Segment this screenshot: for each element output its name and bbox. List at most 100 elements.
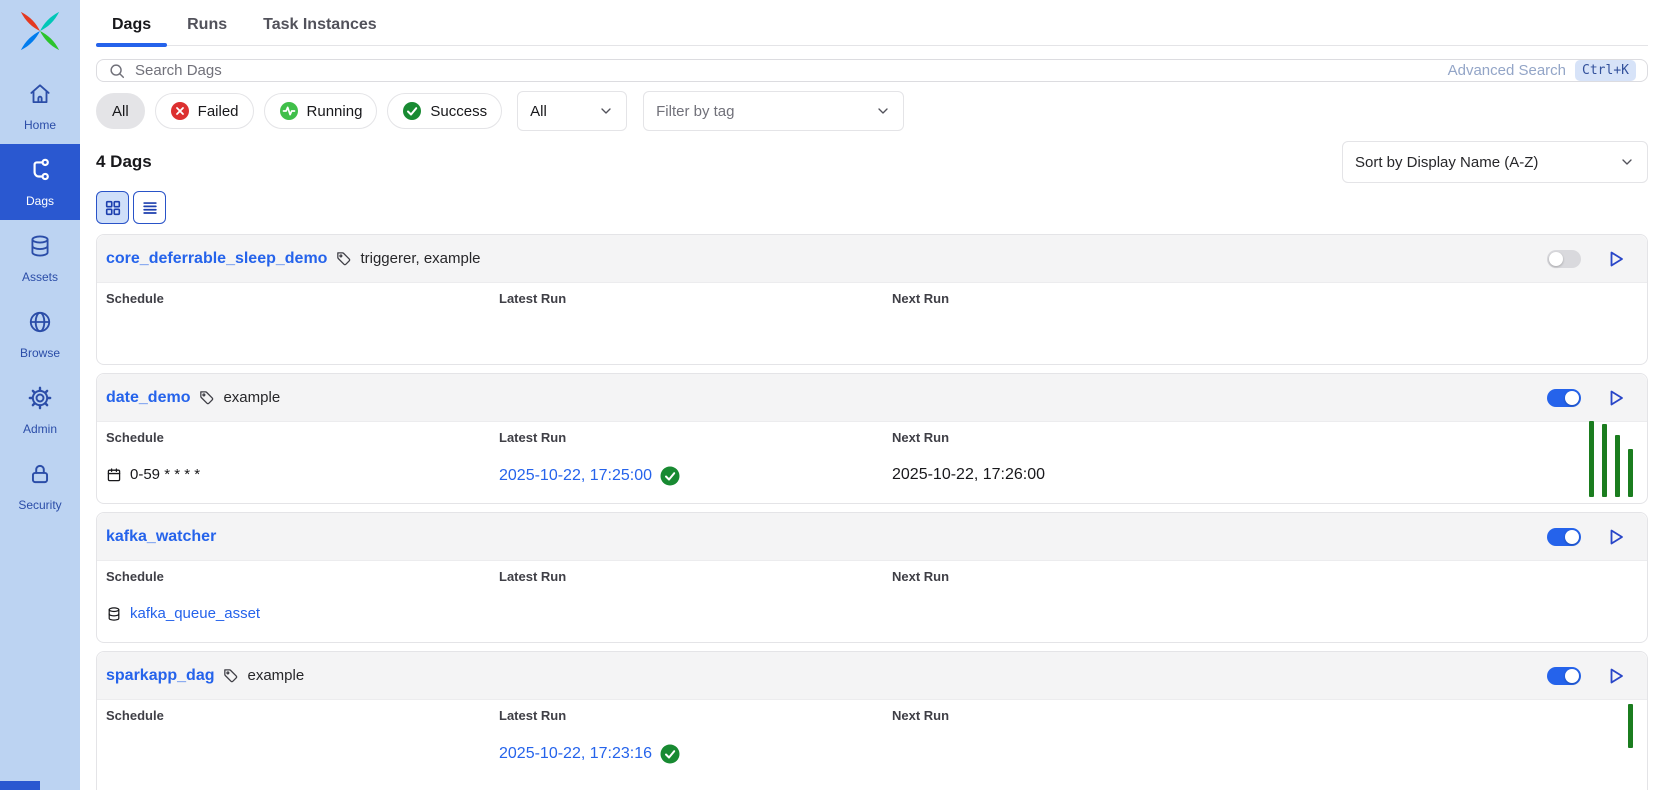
trigger-dag-button[interactable]: [1605, 387, 1627, 409]
chevron-down-icon: [875, 103, 891, 119]
advanced-search-link[interactable]: Advanced Search: [1448, 62, 1566, 79]
filter-chip-failed[interactable]: Failed: [155, 93, 254, 129]
schedule-column-header: Schedule: [106, 430, 499, 445]
table-view-button[interactable]: [133, 191, 166, 224]
dag-tags: example: [247, 667, 304, 684]
tag-icon: [335, 250, 352, 267]
filter-chip-running[interactable]: Running: [264, 93, 378, 129]
latest-run-link[interactable]: 2025-10-22, 17:23:16: [499, 745, 652, 763]
sidebar-item-label: Browse: [20, 346, 60, 360]
dag-link[interactable]: core_deferrable_sleep_demo: [106, 250, 327, 268]
chevron-down-icon: [598, 103, 614, 119]
dag-pause-toggle[interactable]: [1547, 528, 1581, 546]
dag-link[interactable]: date_demo: [106, 389, 190, 407]
dag-card-header: core_deferrable_sleep_demo triggerer, ex…: [97, 235, 1647, 283]
airflow-logo[interactable]: [17, 8, 63, 54]
tag-filter-select[interactable]: Filter by tag: [643, 91, 904, 131]
filter-chip-failed-label: Failed: [198, 103, 239, 120]
success-status-icon: [402, 101, 422, 121]
home-icon: [27, 81, 53, 112]
sort-select-value: Sort by Display Name (A-Z): [1355, 154, 1538, 171]
tab-dags[interactable]: Dags: [96, 16, 167, 45]
dag-pause-toggle[interactable]: [1547, 389, 1581, 407]
schedule-value: 0-59 * * * *: [130, 466, 200, 483]
sidebar-item-security[interactable]: Security: [0, 448, 80, 524]
trigger-dag-button[interactable]: [1605, 248, 1627, 270]
success-check-icon: [660, 744, 680, 764]
sidebar-item-label: Home: [24, 118, 56, 132]
next-run-column-header: Next Run: [892, 430, 1627, 445]
success-check-icon: [660, 466, 680, 486]
sidebar-item-admin[interactable]: Admin: [0, 372, 80, 448]
list-icon: [141, 199, 159, 217]
gear-icon: [27, 385, 53, 416]
sidebar-bottom-accent: [0, 781, 40, 790]
run-bar[interactable]: [1615, 435, 1620, 497]
sidebar-item-assets[interactable]: Assets: [0, 220, 80, 296]
sidebar-nav: Home Dags A: [0, 68, 80, 524]
trigger-dag-button[interactable]: [1605, 665, 1627, 687]
tag-filter-placeholder: Filter by tag: [656, 103, 734, 120]
schedule-column-header: Schedule: [106, 569, 499, 584]
sort-select[interactable]: Sort by Display Name (A-Z): [1342, 141, 1648, 183]
card-view-button[interactable]: [96, 191, 129, 224]
dag-link[interactable]: sparkapp_dag: [106, 667, 214, 685]
filter-chip-success-label: Success: [430, 103, 487, 120]
filter-chip-all[interactable]: All: [96, 93, 145, 129]
toggle-knob: [1565, 669, 1579, 683]
play-icon: [1606, 527, 1626, 547]
filter-chip-running-label: Running: [307, 103, 363, 120]
filter-chip-success[interactable]: Success: [387, 93, 502, 129]
sidebar-item-label: Assets: [22, 270, 58, 284]
toggle-knob: [1565, 391, 1579, 405]
search-input[interactable]: [135, 62, 1439, 79]
sidebar-item-label: Admin: [23, 422, 57, 436]
state-filter-select[interactable]: All: [517, 91, 627, 131]
latest-run-link[interactable]: 2025-10-22, 17:25:00: [499, 467, 652, 485]
filter-row: All Failed Running: [96, 91, 1648, 131]
dag-card-kafka_watcher: kafka_watcher Schedule: [96, 512, 1648, 643]
running-status-icon: [279, 101, 299, 121]
dag-link[interactable]: kafka_watcher: [106, 528, 216, 546]
toggle-knob: [1549, 252, 1563, 266]
tab-task-instances[interactable]: Task Instances: [247, 16, 393, 45]
run-bar[interactable]: [1589, 421, 1594, 497]
dag-card-date_demo: date_demo example: [96, 373, 1648, 504]
toggle-knob: [1565, 530, 1579, 544]
grid-icon: [104, 199, 122, 217]
dag-tags: example: [223, 389, 280, 406]
next-run-column-header: Next Run: [892, 291, 1627, 306]
play-icon: [1606, 249, 1626, 269]
dag-pause-toggle[interactable]: [1547, 250, 1581, 268]
recent-runs-bar-chart[interactable]: [1628, 704, 1633, 748]
sidebar-item-home[interactable]: Home: [0, 68, 80, 144]
app-window: Home Dags A: [0, 0, 1655, 790]
run-bar[interactable]: [1628, 449, 1633, 497]
search-icon: [108, 62, 126, 80]
dag-pause-toggle[interactable]: [1547, 667, 1581, 685]
lock-icon: [27, 461, 53, 492]
dag-card-sparkapp_dag: sparkapp_dag example: [96, 651, 1648, 790]
state-filter-value: All: [530, 103, 547, 120]
next-run-column-header: Next Run: [892, 708, 1627, 723]
sidebar-item-browse[interactable]: Browse: [0, 296, 80, 372]
dag-card-body: Schedule 0-59 * * * * Latest Run: [97, 422, 1647, 503]
play-icon: [1606, 388, 1626, 408]
calendar-icon: [106, 467, 122, 483]
trigger-dag-button[interactable]: [1605, 526, 1627, 548]
schedule-column-header: Schedule: [106, 708, 499, 723]
tab-runs[interactable]: Runs: [171, 16, 243, 45]
next-run-column-header: Next Run: [892, 569, 1627, 584]
schedule-asset-link[interactable]: kafka_queue_asset: [130, 605, 260, 622]
failed-status-icon: [170, 101, 190, 121]
dag-card-body: Schedule kafka_queue_asset: [97, 561, 1647, 642]
sidebar-item-dags[interactable]: Dags: [0, 144, 80, 220]
run-bar[interactable]: [1602, 424, 1607, 497]
dag-card-header: date_demo example: [97, 374, 1647, 422]
view-toggle: [96, 191, 1648, 224]
dag-list: core_deferrable_sleep_demo triggerer, ex…: [96, 234, 1648, 790]
filter-chip-all-label: All: [112, 103, 129, 120]
sidebar: Home Dags A: [0, 0, 80, 790]
recent-runs-bar-chart[interactable]: [1589, 421, 1633, 497]
run-bar[interactable]: [1628, 704, 1633, 748]
